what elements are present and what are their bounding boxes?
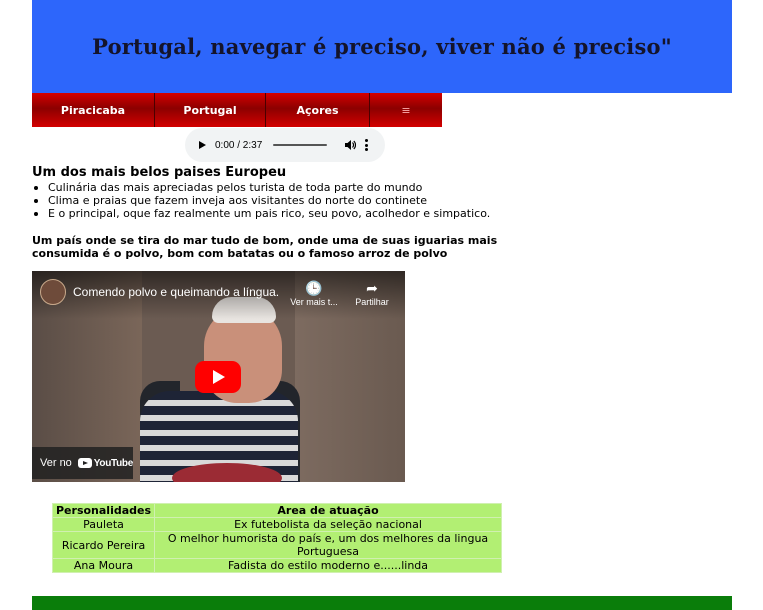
video-play-button[interactable]	[195, 361, 241, 393]
watch-later-label: Ver mais t...	[290, 297, 338, 307]
section-title: Um dos mais belos paises Europeu	[32, 165, 287, 180]
nav-menu-icon[interactable]: ≡	[369, 93, 442, 127]
main-nav: Piracicaba Portugal Açores ≡	[32, 93, 442, 127]
nav-item-piracicaba[interactable]: Piracicaba	[32, 93, 154, 127]
table-header: Area de atuação	[154, 503, 502, 518]
list-item: E o principal, oque faz realmente um pai…	[32, 207, 490, 220]
audio-time: 0:00 / 2:37	[215, 139, 263, 151]
table-row: Ana Moura Fadista do estilo moderno e...…	[51, 558, 502, 573]
video-title[interactable]: Comendo polvo e queimando a língua.	[73, 285, 283, 299]
page-title: Portugal, navegar é preciso, viver não é…	[92, 34, 672, 59]
table-row: Pauleta Ex futebolista da seleção nacion…	[51, 517, 502, 532]
nav-item-portugal[interactable]: Portugal	[154, 93, 265, 127]
watch-on-youtube-button[interactable]: Ver no YouTube	[32, 447, 133, 479]
audio-player: 0:00 / 2:37	[185, 128, 385, 162]
personalities-table: Personalidades Area de atuação Pauleta E…	[51, 503, 502, 573]
youtube-logo-icon: YouTube	[77, 457, 134, 469]
more-options-icon[interactable]	[365, 139, 369, 151]
table-header: Personalidades	[51, 503, 156, 518]
table-cell: O melhor humorista do país e, um dos mel…	[154, 531, 502, 559]
watch-later-button[interactable]: 🕒 Ver mais t...	[288, 279, 340, 307]
audio-progress-slider[interactable]	[273, 144, 328, 146]
table-cell: Fadista do estilo moderno e......linda	[154, 558, 502, 573]
intro-paragraph: Um país onde se tira do mar tudo de bom,…	[32, 234, 498, 260]
list-item: Culinária das mais apreciadas pelos turi…	[32, 181, 490, 194]
page-footer	[32, 596, 732, 610]
table-cell: Pauleta	[51, 517, 156, 532]
table-header-row: Personalidades Area de atuação	[51, 503, 502, 518]
volume-icon[interactable]	[344, 139, 357, 151]
feature-list: Culinária das mais apreciadas pelos turi…	[32, 181, 490, 220]
share-label: Partilhar	[355, 297, 389, 307]
clock-icon: 🕒	[305, 280, 323, 296]
play-icon[interactable]	[199, 141, 206, 149]
youtube-embed[interactable]: Comendo polvo e queimando a língua. 🕒 Ve…	[32, 271, 405, 482]
table-row: Ricardo Pereira O melhor humorista do pa…	[51, 531, 502, 559]
share-icon: ➦	[366, 280, 378, 296]
youtube-brand: YouTube	[93, 457, 134, 469]
share-button[interactable]: ➦ Partilhar	[346, 279, 398, 307]
watch-on-label: Ver no	[40, 457, 72, 469]
table-cell: Ana Moura	[51, 558, 156, 573]
nav-item-acores[interactable]: Açores	[265, 93, 369, 127]
table-cell: Ex futebolista da seleção nacional	[154, 517, 502, 532]
table-cell: Ricardo Pereira	[51, 531, 156, 559]
page-header: Portugal, navegar é preciso, viver não é…	[32, 0, 732, 93]
channel-avatar[interactable]	[40, 279, 66, 305]
list-item: Clima e praias que fazem inveja aos visi…	[32, 194, 490, 207]
